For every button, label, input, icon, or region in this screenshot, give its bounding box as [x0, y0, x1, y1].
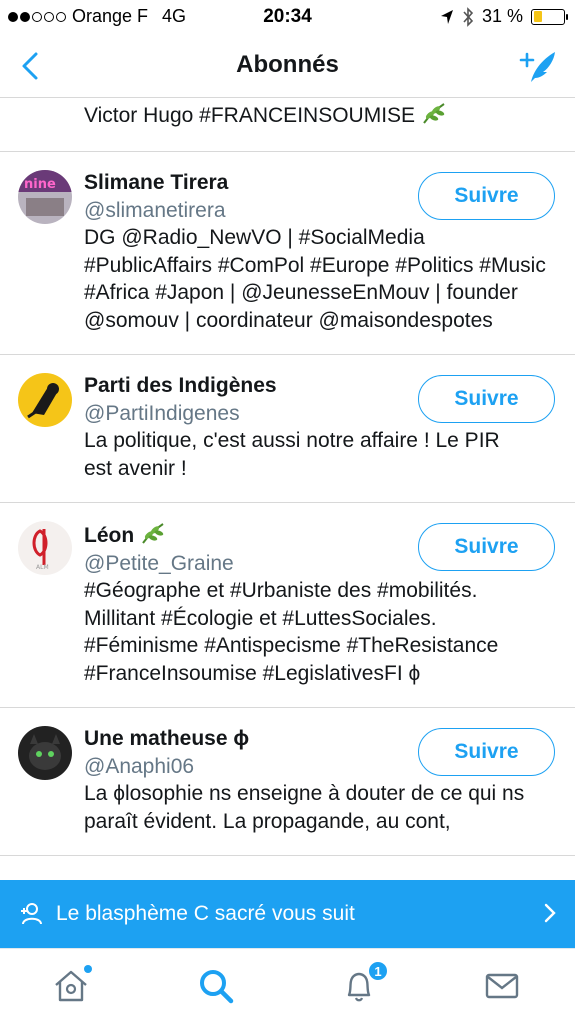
user-bio: #Géographe et #Urbaniste des #mobilités.… [84, 579, 499, 685]
bluetooth-icon [463, 6, 474, 27]
toast-text: Le blasphème C sacré vous suit [56, 902, 355, 925]
list-item[interactable]: Une matheuse ϕ @Anaphi06 La ϕlosophie ns… [0, 708, 575, 856]
status-right: 31 % [440, 6, 568, 27]
user-bio: Victor Hugo #FRANCEINSOUMISE [84, 104, 416, 127]
svg-text:nine: nine [24, 177, 56, 192]
new-follower-toast[interactable]: Le blasphème C sacré vous suit [0, 880, 575, 948]
add-user-icon [21, 903, 42, 925]
follow-button[interactable]: Suivre [418, 375, 555, 423]
home-unread-dot [84, 965, 92, 973]
tab-search[interactable] [197, 967, 237, 1007]
leaf-emoji-icon [423, 103, 445, 124]
partial-list-item[interactable]: Victor Hugo #FRANCEINSOUMISE [0, 99, 575, 152]
list-item[interactable]: ALM Léon @Petite_Graine #Géographe et #U… [0, 503, 575, 708]
tab-bar: 1 [0, 948, 575, 1024]
chevron-right-icon [544, 903, 556, 923]
tab-home[interactable] [52, 965, 92, 1007]
tab-notifications[interactable]: 1 [340, 961, 388, 1007]
avatar[interactable] [18, 373, 72, 427]
home-icon [55, 970, 87, 1002]
notification-count-badge: 1 [368, 961, 388, 981]
tab-messages[interactable] [483, 967, 523, 1007]
avatar[interactable]: nine [18, 170, 72, 224]
page-title: Abonnés [236, 51, 339, 78]
follow-button[interactable]: Suivre [418, 523, 555, 571]
svg-text:ALM: ALM [36, 564, 49, 571]
location-arrow-icon [440, 9, 453, 24]
user-bio: DG @Radio_NewVO | #SocialMedia #PublicAf… [84, 226, 546, 332]
search-icon [200, 970, 234, 1004]
followers-list[interactable]: Victor Hugo #FRANCEINSOUMISE nine Sliman… [0, 99, 575, 880]
leaf-emoji-icon [142, 523, 164, 544]
mail-icon [485, 973, 519, 999]
user-bio: La ϕlosophie ns enseigne à douter de ce … [84, 782, 525, 833]
avatar[interactable] [18, 726, 72, 780]
user-bio: La politique, c'est aussi notre affaire … [84, 429, 500, 480]
follow-button[interactable]: Suivre [418, 172, 555, 220]
battery-icon [531, 8, 568, 25]
avatar[interactable]: ALM [18, 521, 72, 575]
list-item[interactable]: Parti des Indigènes @PartiIndigenes La p… [0, 355, 575, 503]
follow-button[interactable]: Suivre [418, 728, 555, 776]
compose-tweet-icon[interactable] [517, 46, 559, 86]
list-item[interactable]: nine Slimane Tirera @slimanetirera DG @R… [0, 152, 575, 355]
navigation-bar: Abonnés [0, 34, 575, 98]
battery-percent: 31 % [481, 6, 523, 26]
status-bar: Orange F 4G 20:34 31 % [0, 0, 575, 34]
